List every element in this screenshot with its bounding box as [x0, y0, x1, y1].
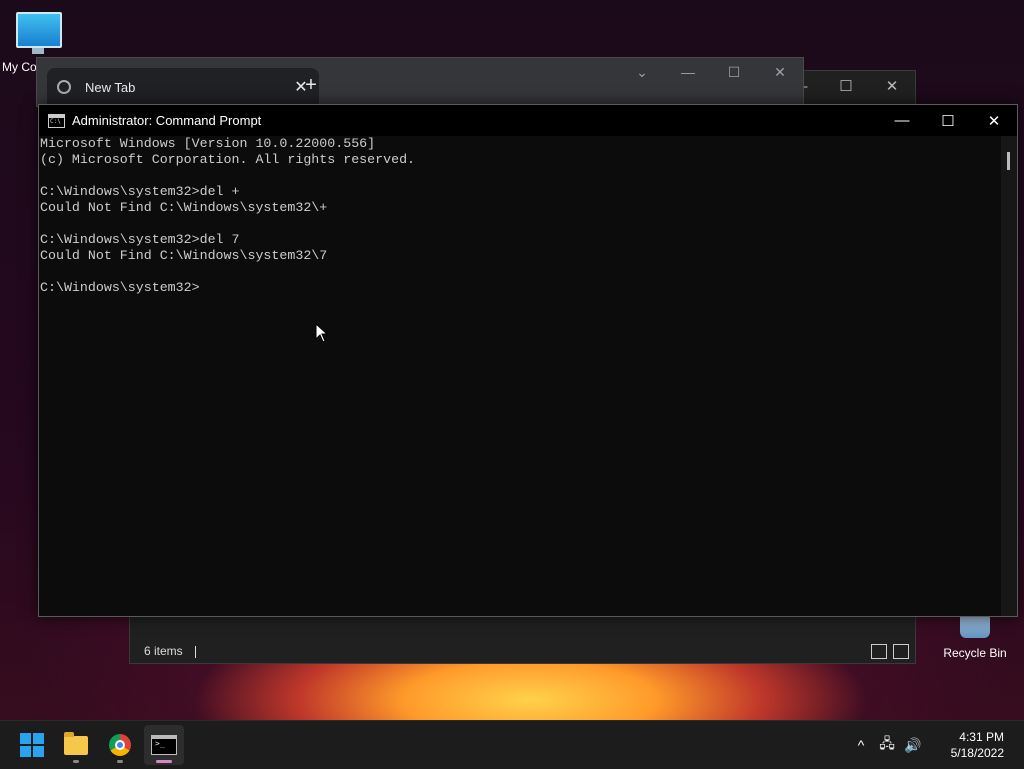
desktop-icon-recycle-bin[interactable]: Recycle Bin [938, 612, 1012, 660]
folder-icon [64, 731, 88, 755]
desktop-icon-label: Recycle Bin [943, 646, 1007, 660]
monitor-icon [16, 12, 62, 54]
console-line: Could Not Find C:\Windows\system32\+ [40, 200, 328, 215]
console-output[interactable]: Microsoft Windows [Version 10.0.22000.55… [39, 136, 1002, 616]
large-icons-view-icon[interactable] [893, 644, 909, 659]
minimize-button[interactable]: — [665, 58, 711, 86]
minimize-button[interactable]: — [879, 105, 925, 136]
item-count: 6 items [144, 644, 183, 658]
volume-icon[interactable]: 🔊 [900, 737, 926, 754]
cmd-app-icon [48, 113, 65, 128]
console-line: Microsoft Windows [Version 10.0.22000.55… [40, 136, 376, 151]
close-button[interactable]: ✕ [757, 58, 803, 86]
windows-logo-icon [20, 733, 44, 757]
chrome-window-controls: ⌄ — ☐ ✕ [619, 58, 803, 86]
status-separator [194, 645, 196, 658]
console-prompt-line[interactable]: C:\Windows\system32> [40, 280, 1002, 296]
scrollbar-thumb[interactable] [1007, 152, 1010, 170]
explorer-status-bar: 6 items [144, 643, 196, 659]
clock-date: 5/18/2022 [950, 746, 1004, 760]
chrome-favicon-icon [57, 80, 71, 94]
cmd-icon [151, 735, 177, 755]
details-view-icon[interactable] [871, 644, 887, 659]
start-button[interactable] [12, 725, 52, 765]
new-tab-button[interactable]: + [299, 74, 323, 97]
close-button[interactable]: ✕ [869, 71, 915, 101]
clock[interactable]: 4:31 PM 5/18/2022 [940, 729, 1004, 761]
taskbar-file-explorer[interactable] [56, 725, 96, 765]
console-line: (c) Microsoft Corporation. All rights re… [40, 152, 416, 167]
view-toggles [871, 644, 909, 659]
running-indicator [117, 760, 123, 763]
maximize-button[interactable]: ☐ [823, 71, 869, 101]
tab-title: New Tab [85, 79, 136, 95]
running-indicator [73, 760, 79, 763]
cmd-title-bar[interactable]: Administrator: Command Prompt — ☐ ✕ [39, 105, 1017, 136]
maximize-button[interactable]: ☐ [925, 105, 971, 136]
console-line: Could Not Find C:\Windows\system32\7 [40, 248, 328, 263]
network-icon[interactable]: 🖧 [874, 733, 900, 757]
show-hidden-icons-chevron-icon[interactable]: ^ [848, 737, 874, 753]
console-line: C:\Windows\system32>del 7 [40, 232, 240, 247]
system-tray: ^ 🖧 🔊 4:31 PM 5/18/2022 [848, 721, 1024, 769]
window-title: Administrator: Command Prompt [72, 113, 262, 128]
chrome-window[interactable]: New Tab ✕ + ⌄ — ☐ ✕ [36, 57, 804, 107]
taskbar-command-prompt[interactable] [144, 725, 184, 765]
chrome-icon [109, 734, 131, 756]
taskbar: ^ 🖧 🔊 4:31 PM 5/18/2022 [0, 720, 1024, 769]
clock-time: 4:31 PM [959, 730, 1004, 744]
tab-search-icon[interactable]: ⌄ [619, 58, 665, 86]
maximize-button[interactable]: ☐ [711, 58, 757, 86]
command-prompt-window[interactable]: Administrator: Command Prompt — ☐ ✕ Micr… [38, 104, 1018, 617]
tab-new-tab[interactable]: New Tab ✕ [47, 68, 319, 106]
cmd-window-controls: — ☐ ✕ [879, 105, 1017, 136]
vertical-scrollbar[interactable] [1001, 136, 1017, 616]
taskbar-chrome[interactable] [100, 725, 140, 765]
close-button[interactable]: ✕ [971, 105, 1017, 136]
console-line: C:\Windows\system32>del + [40, 184, 240, 199]
active-indicator [156, 760, 172, 763]
